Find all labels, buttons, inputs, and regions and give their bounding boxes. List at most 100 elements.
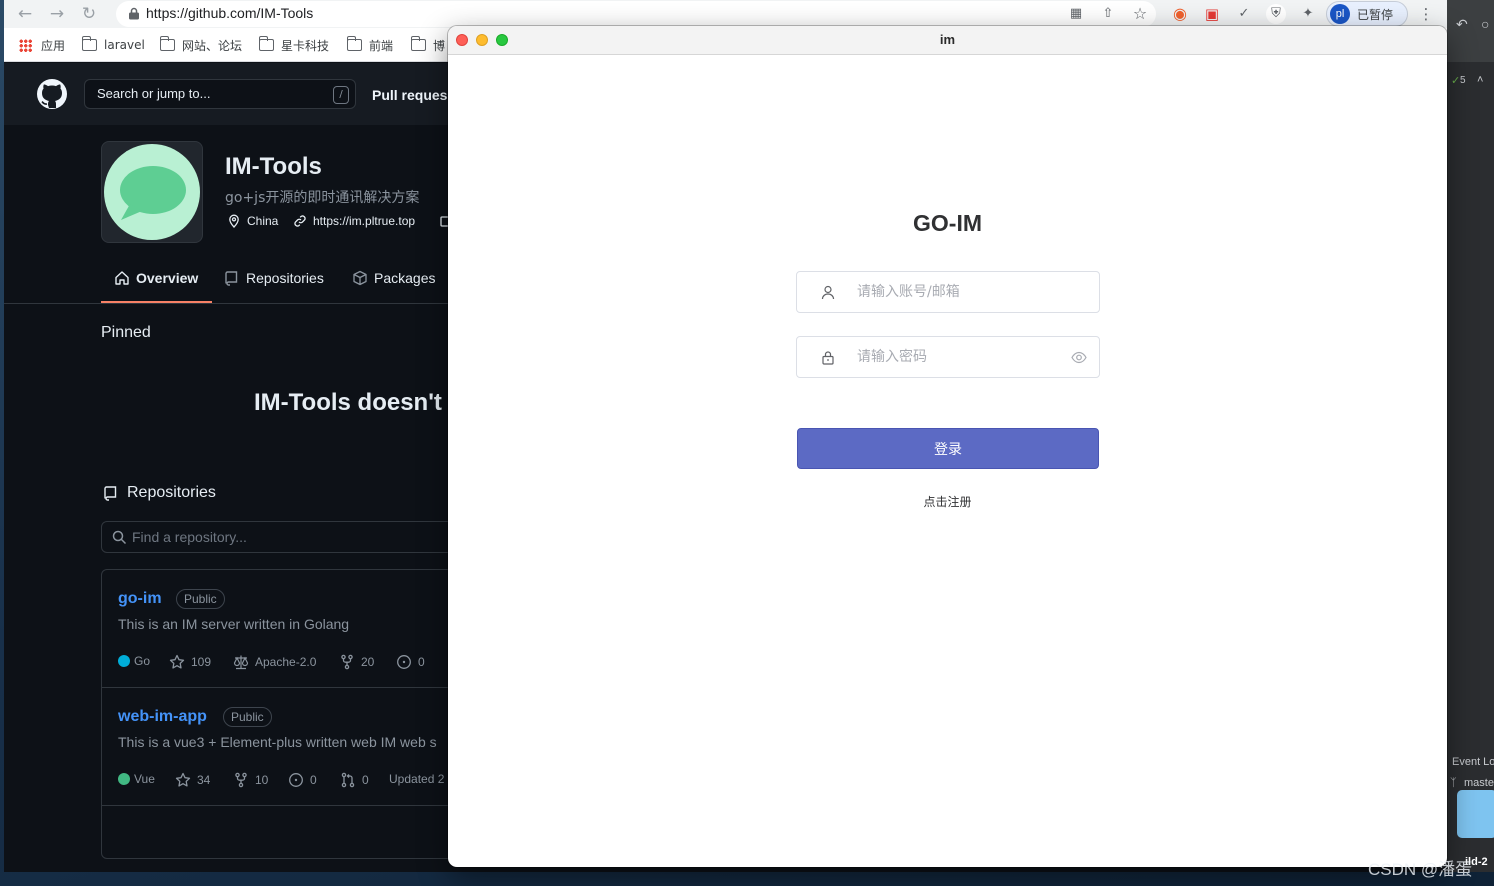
bookmark-label: laravel [104, 38, 145, 52]
bookmark-folder-websites[interactable]: 网站、论坛 [159, 36, 242, 54]
profile-button[interactable]: pl 已暂停 [1326, 1, 1408, 27]
fork-icon [341, 654, 353, 670]
repo-search-input[interactable]: Find a repository... [101, 521, 501, 553]
github-logo-icon[interactable] [36, 78, 68, 110]
repositories-heading-text: Repositories [127, 484, 216, 501]
window-title: im [939, 32, 956, 47]
repo-pull-requests[interactable]: 0 [340, 772, 369, 788]
repo-icon [225, 271, 238, 286]
language-color-dot [118, 773, 130, 785]
extension-cube-icon[interactable]: ▣ [1202, 4, 1222, 24]
search-placeholder: Search or jump to... [97, 86, 211, 101]
browser-toolbar: ← → ↻ https://github.com/IM-Tools ▦ ⇧ ☆ … [4, 0, 1450, 28]
pulls-count: 0 [362, 773, 369, 787]
repo-language: Go [118, 654, 150, 668]
git-branch-label[interactable]: maste [1464, 777, 1494, 789]
bookmark-folder-frontend[interactable]: 前端 [346, 36, 394, 54]
search-icon[interactable]: ○ [1481, 16, 1489, 32]
pinned-heading: Pinned [101, 324, 151, 341]
repository-list: go-im Public This is an IM server writte… [101, 569, 501, 859]
im-app-window: im GO-IM 登录 点击注册 [448, 26, 1447, 867]
repo-issues[interactable]: 0 [288, 772, 317, 788]
reload-icon[interactable]: ↻ [78, 3, 100, 25]
folder-icon [81, 36, 97, 51]
repo-name-link[interactable]: go-im [118, 590, 162, 608]
stars-count: 34 [197, 773, 211, 787]
github-search-input[interactable]: Search or jump to... / [84, 79, 356, 109]
folder-icon [159, 36, 175, 51]
extension-shield-icon[interactable]: ⛨ [1266, 4, 1286, 24]
bookmark-folder-xingka[interactable]: 星卡科技 [258, 36, 330, 54]
home-icon [115, 271, 129, 285]
extension-red-icon[interactable]: ◉ [1170, 4, 1190, 24]
inspection-count: 5 [1460, 75, 1466, 86]
repo-stars[interactable]: 34 [175, 772, 210, 788]
bookmark-label: 前端 [369, 38, 394, 53]
ide-toolbar: ↶ ○ [1447, 0, 1494, 62]
bookmark-folder-laravel[interactable]: laravel [81, 36, 145, 54]
star-icon [175, 772, 191, 787]
register-link[interactable]: 点击注册 [448, 493, 1447, 510]
ide-panel-thumbnail [1457, 790, 1494, 838]
profile-status: 已暂停 [1357, 8, 1394, 22]
forks-count: 10 [255, 773, 269, 787]
login-button[interactable]: 登录 [797, 428, 1099, 469]
folder-icon [258, 36, 274, 51]
share-icon[interactable]: ⇧ [1098, 4, 1118, 24]
address-bar[interactable]: https://github.com/IM-Tools [116, 1, 1156, 27]
issues-count: 0 [418, 655, 425, 669]
extension-check-icon[interactable]: ✓ [1234, 4, 1254, 24]
tab-overview[interactable]: Overview [114, 270, 198, 286]
repo-forks[interactable]: 10 [233, 772, 268, 788]
forks-count: 20 [361, 655, 375, 669]
bookmark-label: 星卡科技 [281, 38, 330, 53]
updated-text: Updated 2 [389, 772, 445, 786]
repo-search-placeholder: Find a repository... [132, 529, 247, 545]
bookmark-apps[interactable]: 应用 [19, 36, 65, 54]
account-field[interactable] [796, 271, 1100, 313]
repo-icon [104, 486, 117, 501]
language-text: Vue [134, 772, 155, 786]
repo-issues[interactable]: 0 [396, 654, 425, 670]
back-arrow-icon[interactable]: ← [14, 3, 36, 25]
eye-icon[interactable] [1071, 350, 1087, 365]
apps-grid-icon [19, 38, 32, 52]
list-item: go-im Public This is an IM server writte… [102, 570, 500, 688]
nav-pull-requests[interactable]: Pull reques [372, 87, 447, 103]
event-log-tab[interactable]: Event Lo [1452, 756, 1494, 768]
tab-label: Repositories [246, 270, 324, 286]
translate-icon[interactable]: ▦ [1066, 4, 1086, 24]
pinned-empty-message: IM-Tools doesn't h [254, 389, 464, 416]
visibility-badge: Public [176, 589, 225, 609]
repo-forks[interactable]: 20 [339, 654, 374, 670]
password-field[interactable] [796, 336, 1100, 378]
csdn-watermark: CSDN @潘蛋 [1368, 860, 1473, 879]
tab-repositories[interactable]: Repositories [224, 270, 324, 286]
more-menu-icon[interactable]: ⋮ [1416, 4, 1436, 24]
bookmark-label: 应用 [41, 38, 66, 53]
bookmark-star-icon[interactable]: ☆ [1130, 4, 1150, 24]
lock-icon [822, 351, 834, 365]
login-heading: GO-IM [913, 210, 982, 236]
chevron-up-icon[interactable]: ˄ [1477, 74, 1483, 86]
package-icon [353, 270, 367, 286]
password-input[interactable] [857, 347, 1057, 367]
forward-arrow-icon[interactable]: → [46, 3, 68, 25]
license-text: Apache-2.0 [255, 655, 317, 669]
tab-packages[interactable]: Packages [352, 270, 435, 286]
website-text: https://im.pltrue.top [313, 214, 416, 228]
org-website[interactable]: https://im.pltrue.top [293, 214, 415, 228]
extensions-puzzle-icon[interactable]: ✦ [1298, 4, 1318, 24]
repo-stars[interactable]: 109 [169, 654, 211, 670]
account-input[interactable] [857, 282, 1057, 302]
tab-label: Packages [374, 270, 436, 286]
repo-name-link[interactable]: web-im-app [118, 708, 207, 726]
window-titlebar: im [448, 26, 1447, 55]
undo-icon[interactable]: ↶ [1456, 16, 1468, 33]
folder-icon [346, 36, 362, 51]
ide-window-edge: ↶ ○ ✓ 5 ˄ Event Lo ᛉ maste ild-2 [1447, 0, 1494, 872]
repo-description: This is a vue3 + Element-plus written we… [118, 734, 437, 750]
bookmark-folder-blog[interactable]: 博 [410, 36, 445, 54]
search-icon [112, 530, 127, 545]
avatar: pl [1330, 4, 1350, 24]
